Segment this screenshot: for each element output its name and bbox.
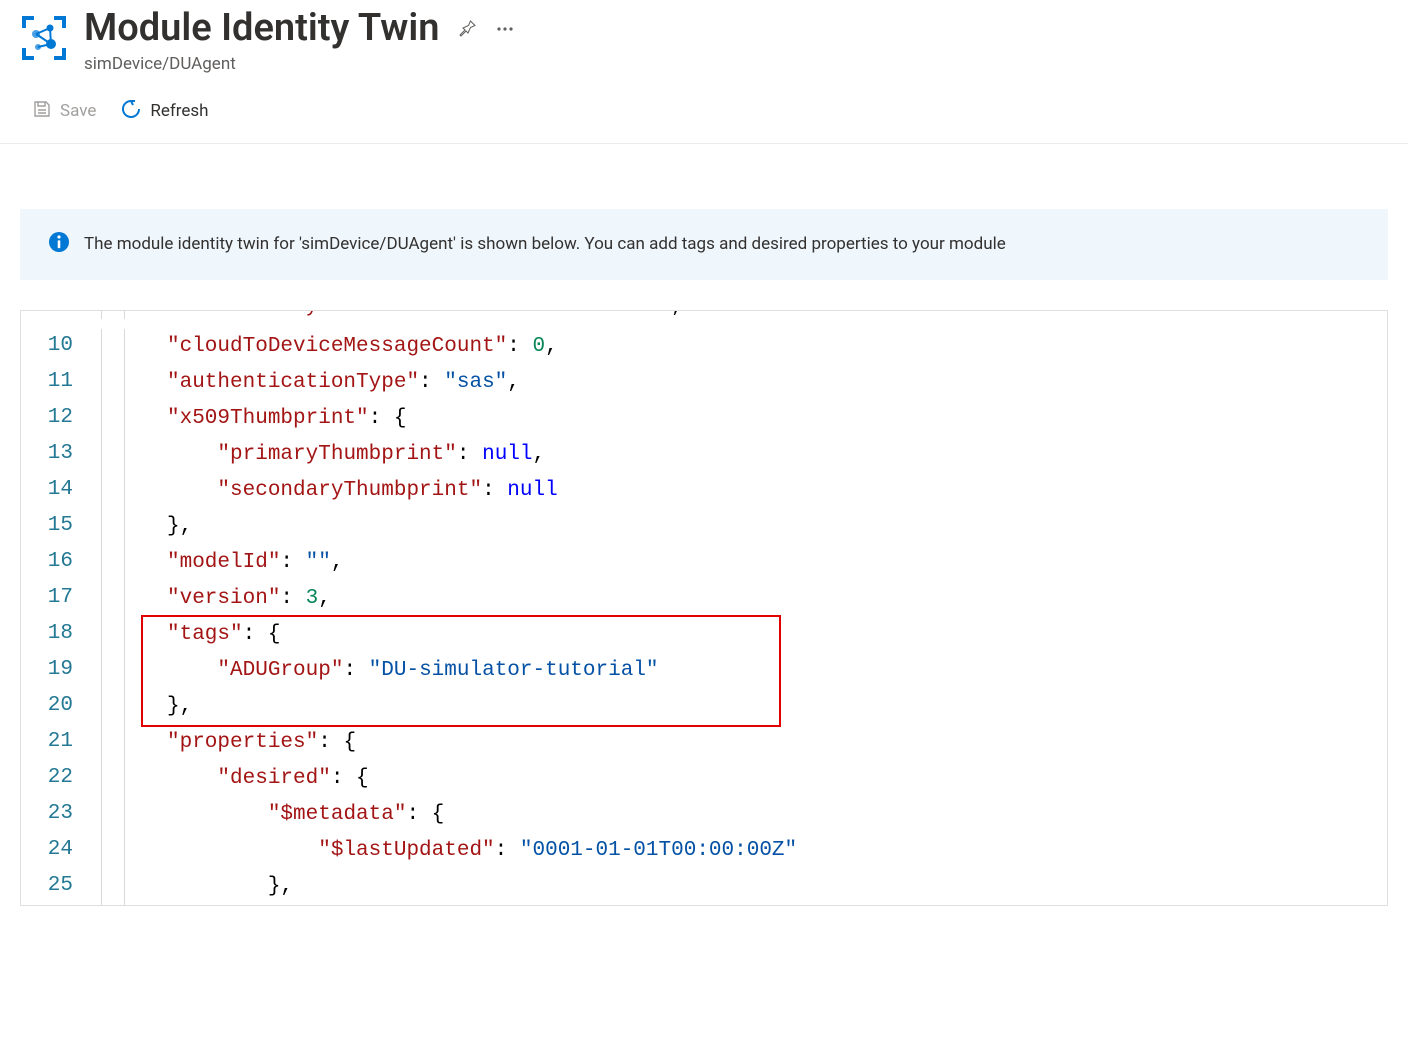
more-icon[interactable] xyxy=(495,19,515,39)
indent-guide xyxy=(101,761,161,797)
code-line[interactable]: 21 "properties": { xyxy=(21,725,1387,761)
pin-icon[interactable] xyxy=(457,19,477,39)
line-number: 22 xyxy=(21,761,101,797)
code-content[interactable]: "primaryThumbprint": null, xyxy=(161,437,1387,473)
code-content[interactable]: "tags": { xyxy=(161,617,1387,653)
breadcrumb: simDevice/DUAgent xyxy=(84,54,515,74)
indent-guide xyxy=(101,617,161,653)
info-banner: The module identity twin for 'simDevice/… xyxy=(20,209,1388,280)
line-number: 13 xyxy=(21,437,101,473)
code-line[interactable]: 24 "$lastUpdated": "0001-01-01T00:00:00Z… xyxy=(21,833,1387,869)
refresh-icon xyxy=(120,98,142,125)
code-content[interactable]: "version": 3, xyxy=(161,581,1387,617)
refresh-button[interactable]: Refresh xyxy=(120,98,208,125)
code-content[interactable]: "modelId": "", xyxy=(161,545,1387,581)
code-content[interactable]: "authenticationType": "sas", xyxy=(161,365,1387,401)
code-line[interactable]: 20}, xyxy=(21,689,1387,725)
code-content[interactable]: }, xyxy=(161,869,1387,905)
page-header: Module Identity Twin simDevice/DUAgent xyxy=(0,0,1408,74)
code-content[interactable]: "properties": { xyxy=(161,725,1387,761)
indent-guide xyxy=(101,509,161,545)
code-line[interactable]: 17 "version": 3, xyxy=(21,581,1387,617)
line-number: 18 xyxy=(21,617,101,653)
indent-guide xyxy=(101,401,161,437)
code-content[interactable]: }, xyxy=(161,509,1387,545)
line-number: 19 xyxy=(21,653,101,689)
save-button[interactable]: Save xyxy=(32,99,96,124)
code-line[interactable]: 23 "$metadata": { xyxy=(21,797,1387,833)
line-number: 23 xyxy=(21,797,101,833)
indent-guide xyxy=(101,833,161,869)
code-line[interactable]: 13 "primaryThumbprint": null, xyxy=(21,437,1387,473)
code-line[interactable]: 14 "secondaryThumbprint": null xyxy=(21,473,1387,509)
code-line[interactable]: 9 lastActivityTime : 0001-01-01T00.00.00Z… xyxy=(21,311,1387,329)
code-line[interactable]: 18 "tags": { xyxy=(21,617,1387,653)
code-line[interactable]: 11 "authenticationType": "sas", xyxy=(21,365,1387,401)
line-number: 17 xyxy=(21,581,101,617)
module-icon xyxy=(20,14,68,62)
line-number: 11 xyxy=(21,365,101,401)
line-number: 21 xyxy=(21,725,101,761)
toolbar: Save Refresh xyxy=(0,74,1408,144)
code-content[interactable]: "cloudToDeviceMessageCount": 0, xyxy=(161,329,1387,365)
save-icon xyxy=(32,99,52,124)
indent-guide xyxy=(101,311,161,319)
indent-guide xyxy=(101,869,161,905)
code-content[interactable]: "secondaryThumbprint": null xyxy=(161,473,1387,509)
indent-guide xyxy=(101,581,161,617)
code-line[interactable]: 10 "cloudToDeviceMessageCount": 0, xyxy=(21,329,1387,365)
code-content[interactable]: "ADUGroup": "DU-simulator-tutorial" xyxy=(161,653,1387,689)
code-content[interactable]: "$lastUpdated": "0001-01-01T00:00:00Z" xyxy=(161,833,1387,869)
indent-guide xyxy=(101,329,161,365)
page-title: Module Identity Twin xyxy=(84,6,439,52)
code-content[interactable]: "desired": { xyxy=(161,761,1387,797)
code-content[interactable]: "x509Thumbprint": { xyxy=(161,401,1387,437)
line-number: 25 xyxy=(21,869,101,905)
json-editor[interactable]: 9 lastActivityTime : 0001-01-01T00.00.00Z… xyxy=(20,310,1388,906)
indent-guide xyxy=(101,689,161,725)
save-label: Save xyxy=(60,101,96,121)
code-line[interactable]: 15}, xyxy=(21,509,1387,545)
indent-guide xyxy=(101,365,161,401)
line-number: 14 xyxy=(21,473,101,509)
code-line[interactable]: 25 }, xyxy=(21,869,1387,905)
code-line[interactable]: 12 "x509Thumbprint": { xyxy=(21,401,1387,437)
indent-guide xyxy=(101,725,161,761)
indent-guide xyxy=(101,437,161,473)
info-text: The module identity twin for 'simDevice/… xyxy=(84,234,1006,254)
line-number: 10 xyxy=(21,329,101,365)
line-number: 20 xyxy=(21,689,101,725)
indent-guide xyxy=(101,473,161,509)
refresh-label: Refresh xyxy=(150,101,208,121)
info-icon xyxy=(48,231,70,258)
code-line[interactable]: 16 "modelId": "", xyxy=(21,545,1387,581)
line-number: 16 xyxy=(21,545,101,581)
code-line[interactable]: 22 "desired": { xyxy=(21,761,1387,797)
line-number: 9 xyxy=(21,311,101,319)
code-content[interactable]: lastActivityTime : 0001-01-01T00.00.00Z … xyxy=(161,311,1387,319)
line-number: 24 xyxy=(21,833,101,869)
code-content[interactable]: "$metadata": { xyxy=(161,797,1387,833)
line-number: 12 xyxy=(21,401,101,437)
code-line[interactable]: 19 "ADUGroup": "DU-simulator-tutorial" xyxy=(21,653,1387,689)
indent-guide xyxy=(101,545,161,581)
line-number: 15 xyxy=(21,509,101,545)
indent-guide xyxy=(101,797,161,833)
indent-guide xyxy=(101,653,161,689)
code-content[interactable]: }, xyxy=(161,689,1387,725)
